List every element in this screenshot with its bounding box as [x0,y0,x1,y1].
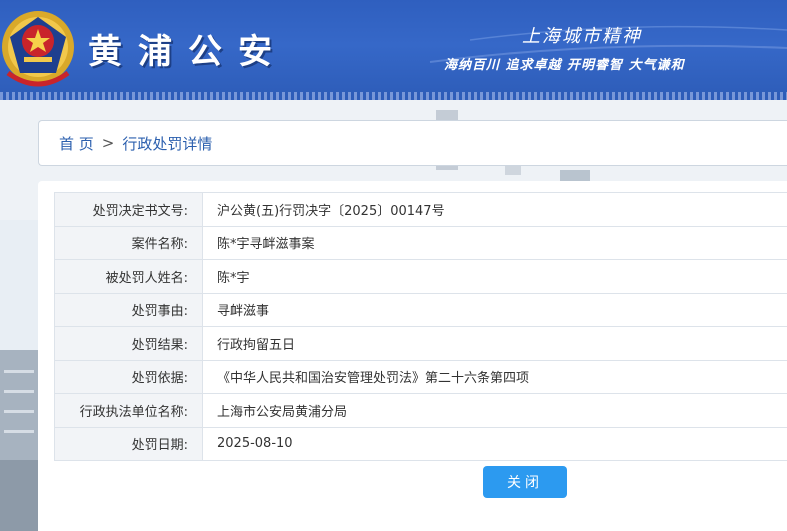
detail-label: 案件名称: [54,225,203,260]
detail-row: 案件名称: 陈*宇寻衅滋事案 [54,225,787,260]
breadcrumb-home-link[interactable]: 首 页 [59,133,94,154]
detail-label: 行政执法单位名称: [54,393,203,428]
detail-label: 处罚依据: [54,359,203,394]
detail-label: 被处罚人姓名: [54,259,203,294]
slogan-sub: 海纳百川 追求卓越 开明睿智 大气谦和 [444,58,685,73]
detail-value: 沪公黄(五)行罚决字〔2025〕00147号 [202,192,787,227]
slogan-main: 上海城市精神 [522,26,642,47]
detail-value: 陈*宇 [202,259,787,294]
detail-label: 处罚结果: [54,326,203,361]
detail-row: 处罚依据: 《中华人民共和国治安管理处罚法》第二十六条第四项 [54,359,787,394]
detail-row: 处罚决定书文号: 沪公黄(五)行罚决字〔2025〕00147号 [54,192,787,227]
detail-value: 陈*宇寻衅滋事案 [202,225,787,260]
detail-value: 上海市公安局黄浦分局 [202,393,787,428]
site-title: 黄浦公安 [88,32,288,72]
detail-label: 处罚事由: [54,292,203,327]
detail-row: 处罚日期: 2025-08-10 [54,426,787,461]
close-button[interactable]: 关闭 [483,466,567,498]
breadcrumb-separator: > [101,134,115,152]
detail-value: 行政拘留五日 [202,326,787,361]
site-header: 黄浦公安 上海城市精神 海纳百川 追求卓越 开明睿智 大气谦和 [0,0,787,100]
detail-row: 处罚事由: 寻衅滋事 [54,292,787,327]
detail-row: 行政执法单位名称: 上海市公安局黄浦分局 [54,393,787,428]
breadcrumb-current: 行政处罚详情 [122,134,213,153]
detail-value: 2025-08-10 [202,426,787,461]
detail-value: 《中华人民共和国治安管理处罚法》第二十六条第四项 [202,359,787,394]
police-emblem-logo [2,11,74,87]
detail-label: 处罚决定书文号: [54,192,203,227]
detail-row: 被处罚人姓名: 陈*宇 [54,259,787,294]
detail-label: 处罚日期: [54,426,203,461]
detail-value: 寻衅滋事 [202,292,787,327]
detail-row: 处罚结果: 行政拘留五日 [54,326,787,361]
penalty-detail-table: 处罚决定书文号: 沪公黄(五)行罚决字〔2025〕00147号 案件名称: 陈*宇寻衅… [54,192,787,461]
penalty-detail-panel: 处罚决定书文号: 沪公黄(五)行罚决字〔2025〕00147号 案件名称: 陈*宇寻衅… [38,181,787,531]
breadcrumb: 首 页 > 行政处罚详情 [38,120,787,166]
